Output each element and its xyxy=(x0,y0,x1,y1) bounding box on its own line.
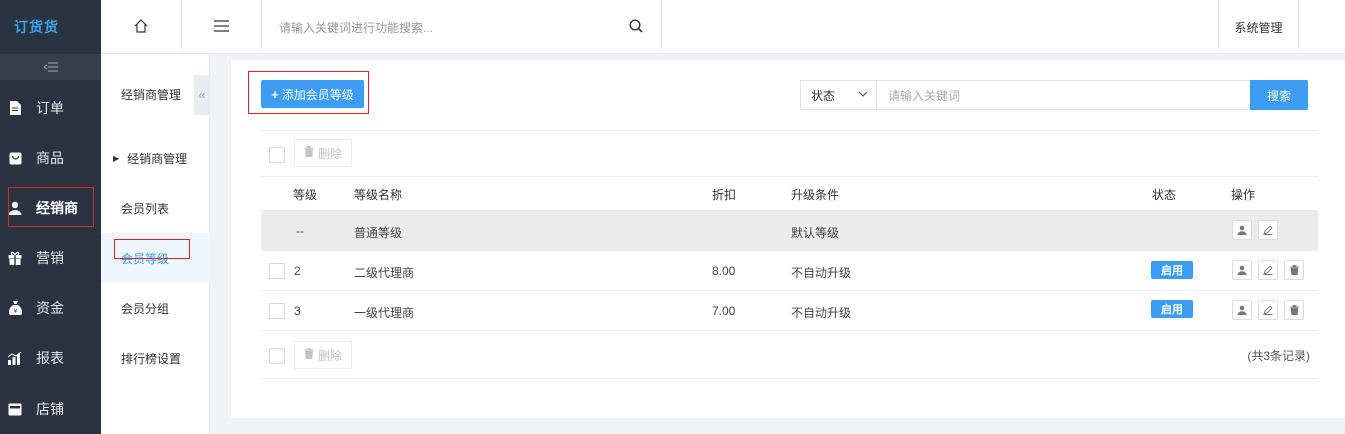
goods-icon xyxy=(8,151,22,165)
home-button[interactable] xyxy=(101,0,182,54)
select-all-checkbox[interactable] xyxy=(269,147,285,163)
subnav-item-member-list[interactable]: 会员列表 xyxy=(101,183,210,233)
divider xyxy=(261,176,1318,177)
chart-icon xyxy=(8,351,22,365)
status-badge[interactable]: 启用 xyxy=(1151,300,1193,318)
function-search-input[interactable]: 请输入关键词进行功能搜索... xyxy=(262,0,662,54)
edit-icon[interactable] xyxy=(1258,260,1278,280)
caret-right-icon: ▶ xyxy=(113,153,120,163)
document-icon xyxy=(8,101,22,115)
money-bag-icon: ¥ xyxy=(8,301,22,315)
record-count: (共3条记录) xyxy=(1247,349,1310,363)
status-badge[interactable]: 启用 xyxy=(1151,261,1193,279)
divider xyxy=(261,250,1318,251)
app-logo[interactable]: 订货货 xyxy=(0,0,101,54)
sidebar-item-marketing[interactable]: 营销 xyxy=(0,233,101,283)
keyword-input[interactable]: 请输入关键词 xyxy=(876,80,1251,110)
col-header-condition: 升级条件 xyxy=(791,188,840,202)
menu-button[interactable] xyxy=(182,0,262,54)
row-condition: 不自动升级 xyxy=(791,306,852,320)
col-header-level: 等级 xyxy=(293,188,318,202)
select-all-checkbox-bottom[interactable] xyxy=(269,348,285,364)
row-condition: 不自动升级 xyxy=(791,266,852,280)
sidebar-item-reports[interactable]: 报表 xyxy=(0,333,101,383)
collapse-icon[interactable] xyxy=(0,54,101,80)
member-icon[interactable] xyxy=(1232,260,1252,280)
row-discount: 7.00 xyxy=(712,304,736,318)
subnav-item-ranking-settings[interactable]: 排行榜设置 xyxy=(101,333,210,383)
gift-icon xyxy=(8,251,22,265)
row-name: 二级代理商 xyxy=(354,266,415,280)
shop-icon xyxy=(8,402,22,416)
sidebar-item-goods[interactable]: 商品 xyxy=(0,133,101,183)
highlight-box xyxy=(248,71,369,114)
row-discount: 8.00 xyxy=(712,264,736,278)
sidebar-item-label: 店铺 xyxy=(36,401,64,417)
sidebar-item-funds[interactable]: ¥ 资金 xyxy=(0,283,101,333)
keyword-placeholder: 请输入关键词 xyxy=(888,88,961,103)
chevron-down-icon xyxy=(858,89,868,100)
divider xyxy=(261,330,1318,331)
row-condition: 默认等级 xyxy=(791,226,840,240)
trash-icon[interactable] xyxy=(1284,260,1304,280)
subnav-item-member-group[interactable]: 会员分组 xyxy=(101,283,210,333)
row-checkbox[interactable] xyxy=(269,263,285,279)
menu-icon xyxy=(214,19,229,35)
divider xyxy=(261,290,1318,291)
subnav-item-label: 经销商管理 xyxy=(127,151,188,166)
subnav-item-label: 排行榜设置 xyxy=(121,351,182,366)
sidebar-item-label: 商品 xyxy=(36,150,64,166)
divider xyxy=(261,130,1318,131)
delete-button[interactable]: 删除 xyxy=(294,139,352,167)
table-row xyxy=(261,210,1318,250)
row-level: 2 xyxy=(294,264,301,278)
col-header-status: 状态 xyxy=(1152,188,1177,202)
subnav-item-label: 会员列表 xyxy=(121,201,170,216)
search-icon[interactable] xyxy=(629,19,643,36)
home-icon xyxy=(134,18,148,36)
search-button[interactable]: 搜索 xyxy=(1250,80,1308,110)
status-select-value: 状态 xyxy=(811,88,836,103)
subnav-item-dealer-management[interactable]: ▶ 经销商管理 xyxy=(101,133,210,183)
subnav-item-label: 会员分组 xyxy=(121,301,170,316)
trash-icon xyxy=(303,348,314,362)
row-name: 一级代理商 xyxy=(354,306,415,320)
col-header-actions: 操作 xyxy=(1231,188,1256,202)
divider xyxy=(261,378,1318,379)
member-icon[interactable] xyxy=(1232,300,1252,320)
col-header-discount: 折扣 xyxy=(712,188,737,202)
sidebar-item-label: 订单 xyxy=(36,100,64,116)
row-level: 3 xyxy=(294,304,301,318)
system-menu-label: 系统管理 xyxy=(1234,20,1283,35)
highlight-box xyxy=(114,239,190,259)
trash-icon xyxy=(303,146,314,160)
delete-label: 删除 xyxy=(317,348,342,363)
sidebar-item-orders[interactable]: 订单 xyxy=(0,83,101,133)
delete-button-bottom[interactable]: 删除 xyxy=(294,341,352,369)
col-header-name: 等级名称 xyxy=(354,188,403,202)
edit-icon[interactable] xyxy=(1258,220,1278,240)
sidebar-item-shop[interactable]: 店铺 xyxy=(0,384,101,434)
search-placeholder: 请输入关键词进行功能搜索... xyxy=(279,20,434,35)
topbar: 请输入关键词进行功能搜索... 系统管理 xyxy=(101,0,1345,54)
trash-icon[interactable] xyxy=(1284,300,1304,320)
row-name: 普通等级 xyxy=(354,226,403,240)
sidebar-item-label: 营销 xyxy=(36,250,64,266)
sidebar-item-label: 报表 xyxy=(36,350,64,366)
highlight-box xyxy=(8,187,94,227)
edit-icon[interactable] xyxy=(1258,300,1278,320)
system-menu[interactable]: 系统管理 xyxy=(1218,0,1299,54)
svg-text:¥: ¥ xyxy=(13,308,17,315)
delete-label: 删除 xyxy=(317,146,342,161)
subnav-title: 经销商管理 xyxy=(121,88,182,102)
sidebar-item-label: 资金 xyxy=(36,300,64,316)
status-select[interactable]: 状态 xyxy=(800,80,877,110)
member-icon[interactable] xyxy=(1232,220,1252,240)
subnav-toggle-icon[interactable]: « xyxy=(194,75,210,115)
row-level: -- xyxy=(296,224,304,238)
row-checkbox[interactable] xyxy=(269,303,285,319)
